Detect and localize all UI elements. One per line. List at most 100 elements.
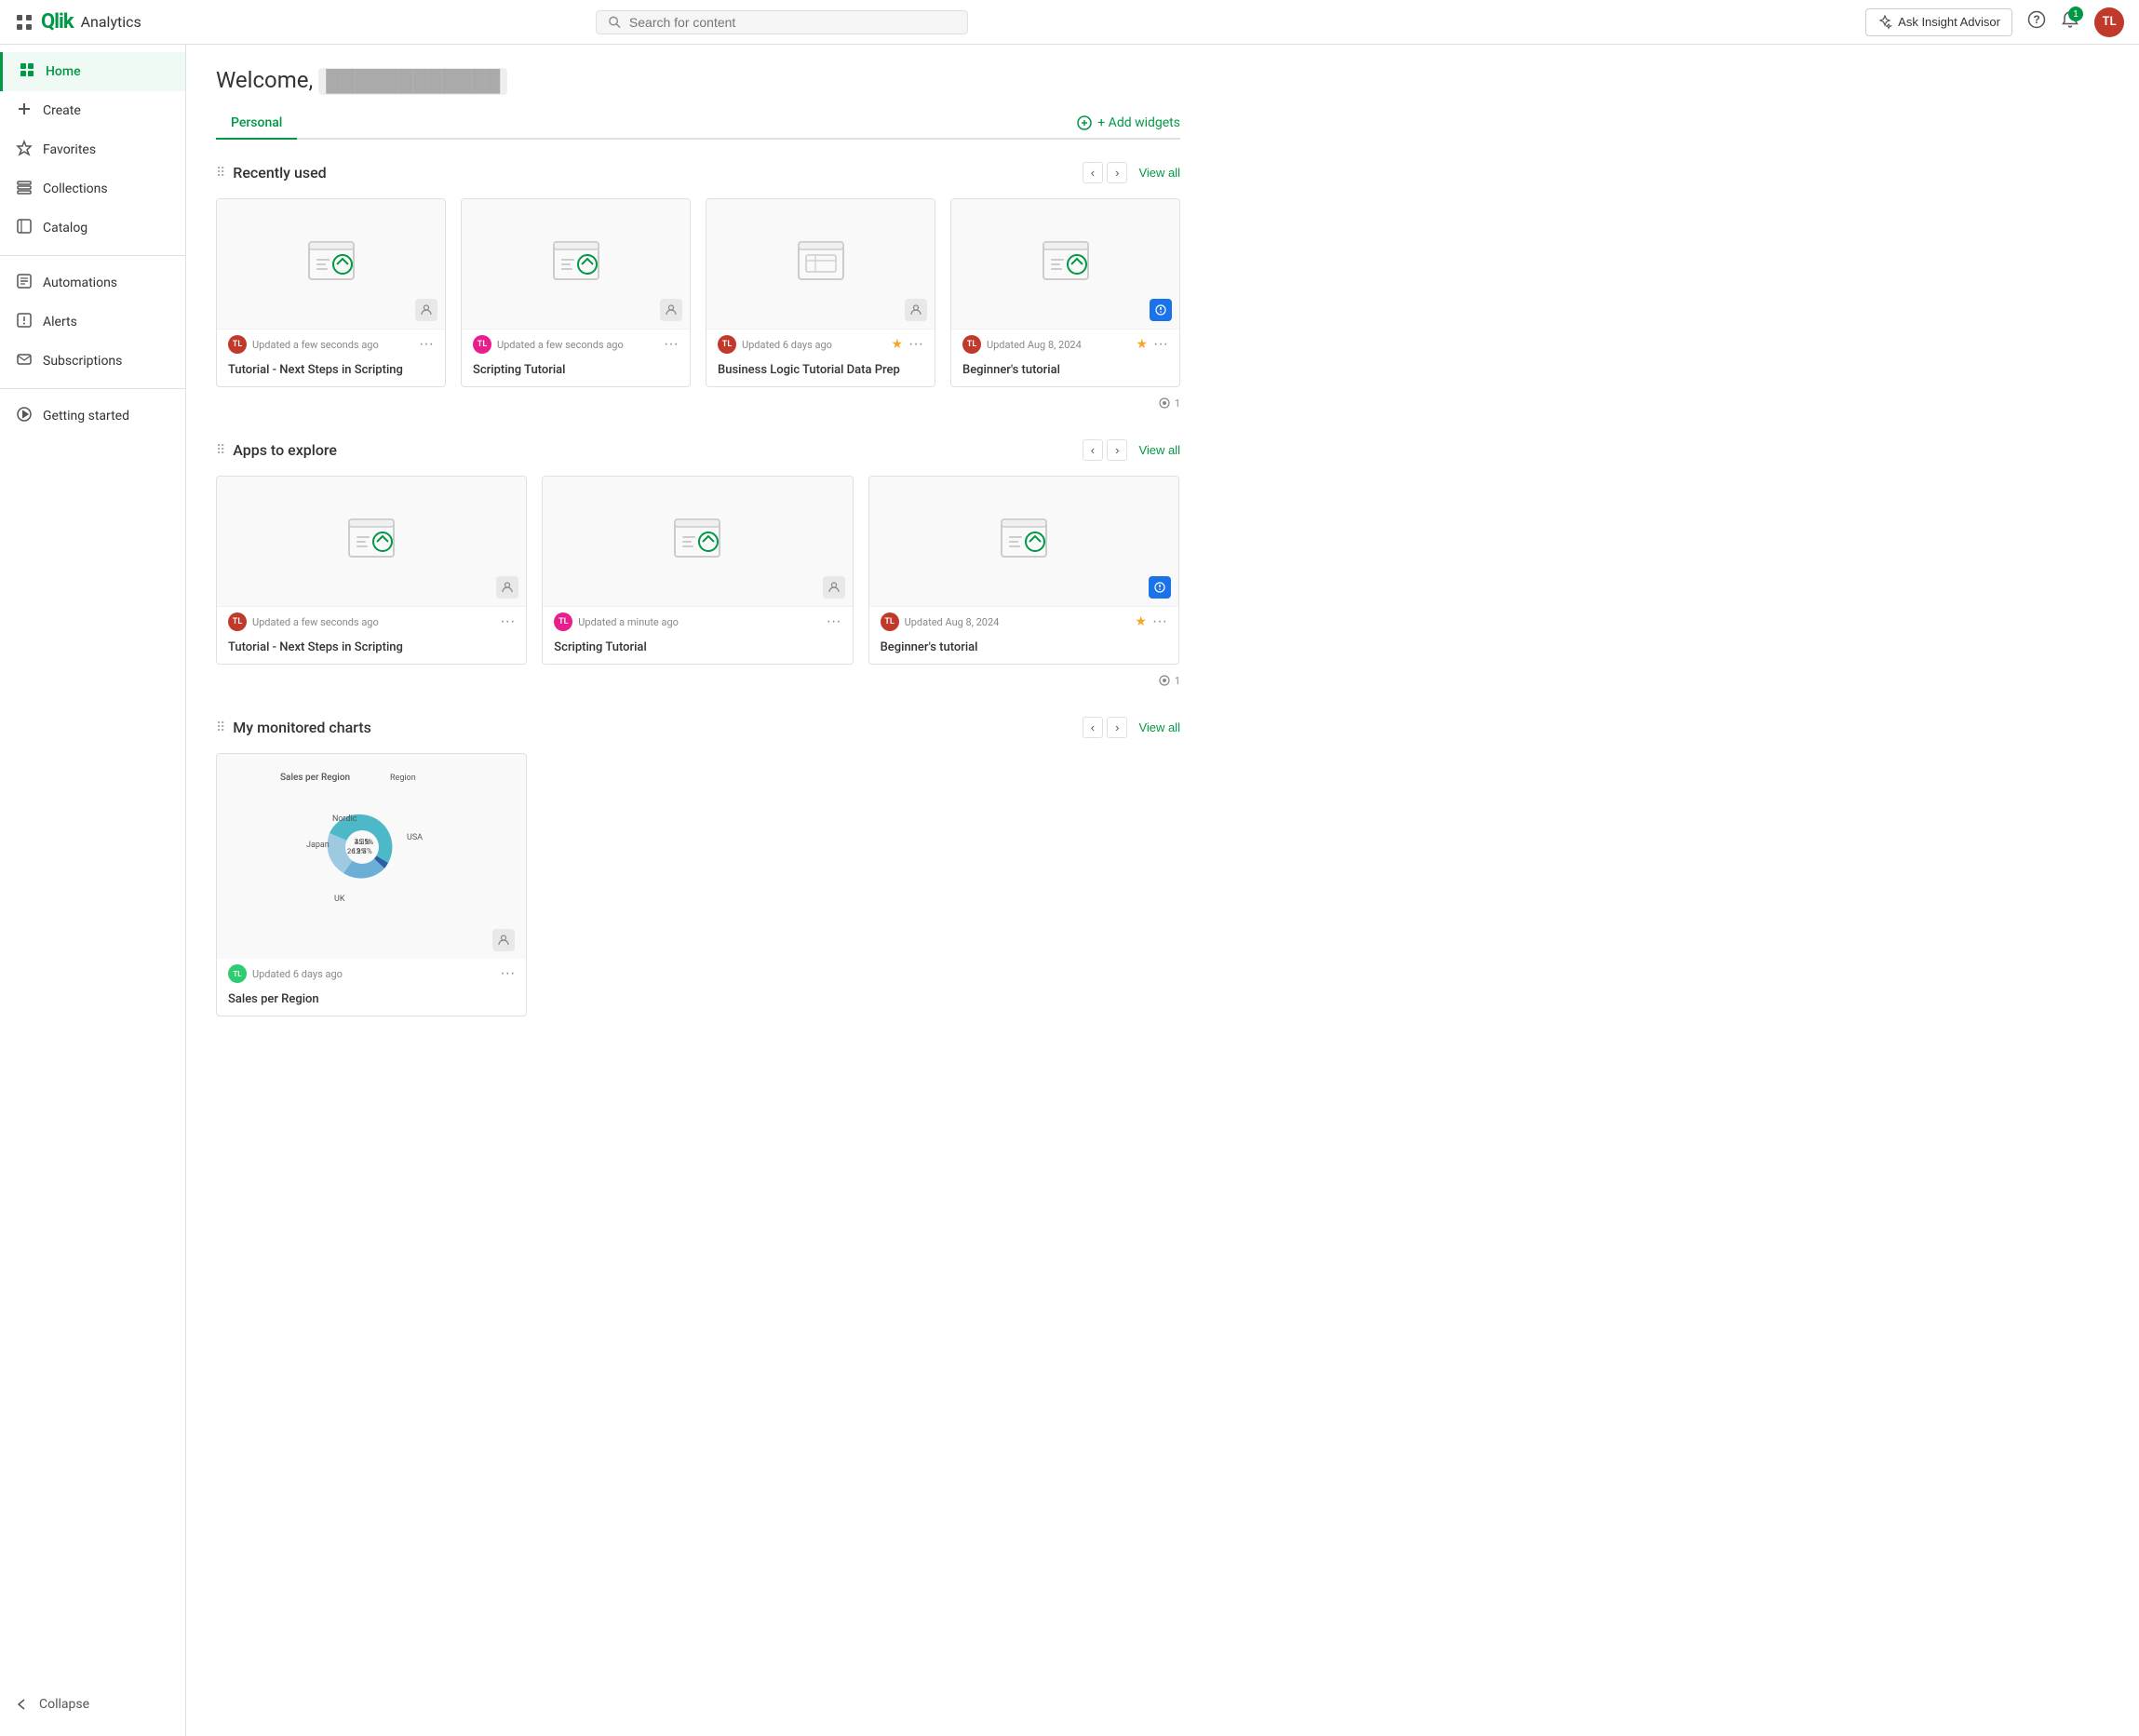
app-icon: [795, 238, 847, 290]
card-avatar: TL: [228, 335, 247, 354]
subscriptions-icon: [15, 351, 34, 371]
card-avatar: TL: [228, 612, 247, 631]
recently-used-card-2[interactable]: TL Updated a few seconds ago ··· Scripti…: [461, 198, 691, 387]
card-avatar: TL: [962, 335, 981, 354]
card-more-button[interactable]: ···: [419, 336, 434, 353]
main-tabs: Personal + Add widgets: [216, 108, 1180, 140]
card-more-button[interactable]: ···: [1153, 336, 1168, 353]
card-more-button[interactable]: ···: [664, 336, 679, 353]
drag-handle-icon: ⠿: [216, 166, 225, 181]
card-avatar: TL: [881, 612, 899, 631]
card-updated: Updated a few seconds ago: [252, 339, 413, 351]
card-star-button[interactable]: ★: [1135, 614, 1147, 629]
card-thumbnail: [869, 477, 1178, 607]
svg-text:USA: USA: [407, 833, 423, 842]
sidebar-nav: Home Create Favorites Collections: [0, 52, 185, 436]
insight-advisor-icon: [1877, 15, 1892, 30]
recently-used-title: Recently used: [233, 164, 326, 182]
tab-personal[interactable]: Personal: [216, 108, 297, 140]
card-more-button[interactable]: ···: [1152, 613, 1167, 630]
card-badge-user: [660, 299, 682, 321]
sidebar-item-catalog[interactable]: Catalog: [0, 209, 185, 248]
recently-used-card-1[interactable]: TL Updated a few seconds ago ··· Tutoria…: [216, 198, 446, 387]
drag-handle-icon: ⠿: [216, 720, 225, 735]
apps-to-explore-prev-button[interactable]: ‹: [1083, 439, 1103, 461]
card-title: Scripting Tutorial: [554, 640, 841, 654]
app-icon: [550, 238, 602, 290]
apps-to-explore-cards: TL Updated a few seconds ago ··· Tutoria…: [216, 476, 1180, 665]
explore-card-2[interactable]: TL Updated a minute ago ··· Scripting Tu…: [542, 476, 853, 665]
card-avatar: TL: [228, 964, 247, 983]
sidebar-item-favorites[interactable]: Favorites: [0, 130, 185, 169]
recently-used-card-3[interactable]: TL Updated 6 days ago ★ ··· Business Log…: [706, 198, 935, 387]
monitored-charts-view-all-button[interactable]: View all: [1138, 720, 1180, 734]
card-title-area: Scripting Tutorial: [543, 640, 852, 664]
create-icon: [15, 101, 34, 121]
sidebar-item-create[interactable]: Create: [0, 91, 185, 130]
explore-card-1[interactable]: TL Updated a few seconds ago ··· Tutoria…: [216, 476, 527, 665]
sidebar-collapse-button[interactable]: Collapse: [0, 1688, 185, 1721]
apps-to-explore-title: Apps to explore: [233, 441, 337, 459]
card-title-area: Beginner's tutorial: [951, 363, 1179, 386]
card-more-button[interactable]: ···: [500, 613, 515, 630]
apps-views-count: 1: [1175, 675, 1180, 687]
card-thumbnail: [217, 477, 526, 607]
app-icon: [998, 516, 1050, 568]
recently-used-header: ⠿ Recently used ‹ › View all: [216, 162, 1180, 183]
card-more-button[interactable]: ···: [500, 965, 515, 982]
svg-text:Japan: Japan: [306, 841, 330, 850]
card-updated: Updated Aug 8, 2024: [987, 339, 1130, 351]
app-icon: [345, 516, 397, 568]
sidebar-item-automations[interactable]: Automations: [0, 263, 185, 303]
apps-to-explore-view-all-button[interactable]: View all: [1138, 443, 1180, 457]
monitored-charts-next-button[interactable]: ›: [1107, 717, 1127, 738]
recently-used-card-4[interactable]: TL Updated Aug 8, 2024 ★ ··· Beginner's …: [950, 198, 1180, 387]
sidebar-divider: [0, 255, 185, 256]
help-button[interactable]: ?: [2027, 10, 2046, 34]
main-inner: Welcome, ████████████ Personal + Add wid…: [186, 45, 1210, 1069]
card-star-button[interactable]: ★: [891, 337, 903, 352]
collections-icon: [15, 179, 34, 199]
grid-menu-icon[interactable]: [15, 13, 34, 32]
recently-used-prev-button[interactable]: ‹: [1083, 162, 1103, 183]
search-bar[interactable]: [596, 10, 968, 34]
monitored-charts-cards: Sales per Region Region: [216, 753, 1180, 1016]
card-footer: TL Updated a minute ago ···: [543, 607, 852, 640]
my-monitored-charts-section: ⠿ My monitored charts ‹ › View all: [216, 717, 1180, 1016]
card-more-button[interactable]: ···: [908, 336, 923, 353]
user-avatar[interactable]: TL: [2094, 7, 2124, 37]
search-input[interactable]: [629, 15, 956, 30]
card-star-button[interactable]: ★: [1136, 337, 1148, 352]
sidebar-item-home[interactable]: Home: [0, 52, 185, 91]
apps-to-explore-next-button[interactable]: ›: [1107, 439, 1127, 461]
sidebar-item-getting-started[interactable]: Getting started: [0, 397, 185, 436]
add-widgets-button[interactable]: + Add widgets: [1077, 115, 1180, 130]
sidebar: Home Create Favorites Collections: [0, 45, 186, 1736]
automations-icon: [15, 273, 34, 293]
recently-used-section: ⠿ Recently used ‹ › View all: [216, 162, 1180, 410]
recently-used-view-all-button[interactable]: View all: [1138, 166, 1180, 180]
monitored-charts-prev-button[interactable]: ‹: [1083, 717, 1103, 738]
svg-text:Sales per Region: Sales per Region: [280, 773, 350, 783]
sidebar-item-alerts[interactable]: Alerts: [0, 303, 185, 342]
card-badge-blue: [1149, 576, 1171, 599]
card-badge-blue: [1150, 299, 1172, 321]
getting-started-icon: [15, 406, 34, 426]
card-title: Beginner's tutorial: [881, 640, 1167, 654]
notifications-button[interactable]: 1: [2061, 10, 2079, 34]
sidebar-item-collections[interactable]: Collections: [0, 169, 185, 209]
monitored-chart-card-1[interactable]: Sales per Region Region: [216, 753, 527, 1016]
card-avatar: TL: [473, 335, 491, 354]
logo-area: Qlik Analytics: [15, 10, 141, 34]
app-layout: Home Create Favorites Collections: [0, 45, 2139, 1736]
card-footer: TL Updated a few seconds ago ···: [217, 607, 526, 640]
sidebar-item-label-create: Create: [43, 103, 81, 118]
recently-used-next-button[interactable]: ›: [1107, 162, 1127, 183]
card-footer: TL Updated 6 days ago ···: [217, 959, 526, 992]
card-updated: Updated Aug 8, 2024: [905, 616, 1130, 628]
sidebar-item-subscriptions[interactable]: Subscriptions: [0, 342, 185, 381]
insight-advisor-button[interactable]: Ask Insight Advisor: [1865, 8, 2012, 36]
explore-card-3[interactable]: TL Updated Aug 8, 2024 ★ ··· Beginner's …: [868, 476, 1179, 665]
card-title-area: Tutorial - Next Steps in Scripting: [217, 363, 445, 386]
card-more-button[interactable]: ···: [827, 613, 841, 630]
